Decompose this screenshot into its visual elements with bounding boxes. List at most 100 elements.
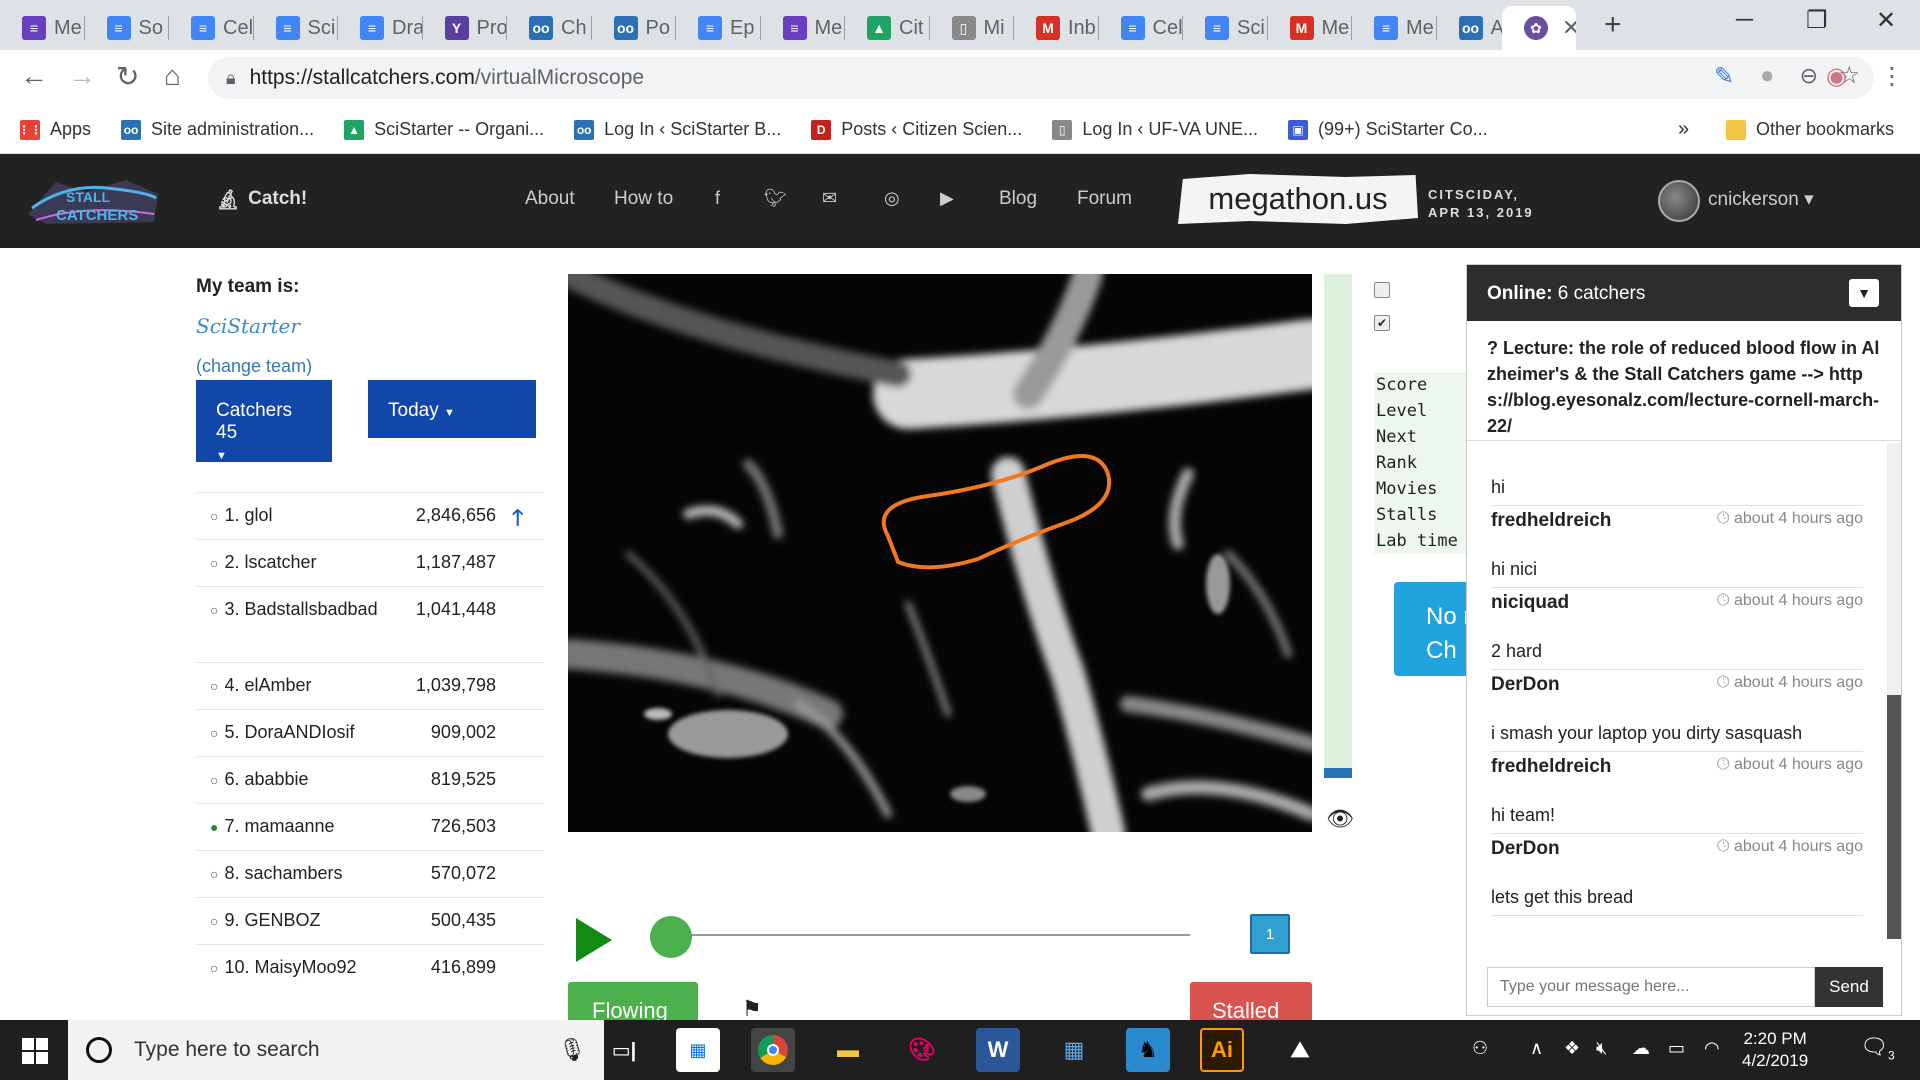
leaderboard-row[interactable]: ○ 1. glol 2,846,656 🡑 xyxy=(196,492,544,539)
browser-tab[interactable]: ≡ Sci xyxy=(254,6,338,50)
task-view-icon[interactable]: ▭| xyxy=(602,1028,646,1072)
youtube-icon[interactable]: ▶ xyxy=(940,188,954,209)
browser-tab[interactable]: ≡ Cel xyxy=(169,6,254,50)
volume-mute-icon[interactable]: 🔇︎ xyxy=(1596,1038,1607,1059)
flag-icon[interactable]: ⚑ xyxy=(742,996,762,1022)
bookmark-item[interactable]: oo Site administration... xyxy=(121,119,314,140)
stall-catchers-logo[interactable]: STALL CATCHERS xyxy=(26,174,160,226)
checkbox-1[interactable] xyxy=(1374,282,1390,298)
browser-tab[interactable]: oo Po xyxy=(592,6,676,50)
browser-tab[interactable]: ▯ Mi xyxy=(930,6,1014,50)
nav-about[interactable]: About xyxy=(525,188,575,210)
bookmark-item[interactable]: ⋮⋮ Apps xyxy=(18,119,91,140)
forward-arrow-icon[interactable]: → xyxy=(68,60,96,92)
leaderboard-row[interactable]: ○ 5. DoraANDIosif 909,002 xyxy=(196,709,544,756)
illustrator-icon[interactable]: Ai xyxy=(1200,1028,1244,1072)
flowing-button[interactable]: Flowing xyxy=(568,982,698,1022)
frame-number-button[interactable]: 1 xyxy=(1250,914,1290,954)
photos-icon[interactable]: ⛰ xyxy=(1278,1028,1322,1072)
leaderboard-row[interactable]: ● 7. mamaanne 726,503 xyxy=(196,803,544,850)
profile-avatar-icon[interactable]: ◉ xyxy=(1826,62,1847,91)
chat-announcement[interactable]: ? Lecture: the role of reduced blood flo… xyxy=(1467,321,1901,441)
calculator-icon[interactable]: ▦ xyxy=(1052,1028,1096,1072)
nav-forum[interactable]: Forum xyxy=(1077,188,1132,210)
chrome-icon[interactable] xyxy=(751,1028,795,1072)
checkbox-2[interactable]: ✔ xyxy=(1374,315,1390,331)
battery-icon[interactable]: ▭ xyxy=(1668,1038,1685,1059)
leaderboard-row[interactable]: ○ 2. lscatcher 1,187,487 xyxy=(196,539,544,586)
taskbar-clock[interactable]: 2:20 PM 4/2/2019 xyxy=(1742,1028,1808,1072)
eye-icon[interactable]: 👁︎ xyxy=(1326,806,1354,832)
period-dropdown[interactable]: Today ▼ xyxy=(368,380,536,438)
address-bar[interactable]: 🔒︎ https://stallcatchers.com/virtualMicr… xyxy=(208,57,1874,99)
lock-icon[interactable]: 🔒︎ xyxy=(226,68,236,89)
chevron-down-icon[interactable]: ▼ xyxy=(1849,279,1879,307)
chat-author[interactable]: DerDon xyxy=(1491,838,1560,887)
chevron-up-icon[interactable]: ∧ xyxy=(1530,1038,1543,1059)
wifi-icon[interactable]: ◠ xyxy=(1704,1038,1720,1059)
dropbox-icon[interactable]: ❖ xyxy=(1564,1038,1580,1059)
send-button[interactable]: Send xyxy=(1815,967,1883,1007)
microscope-video[interactable] xyxy=(568,274,1312,832)
windows-start-icon[interactable] xyxy=(22,1038,48,1064)
megathon-banner[interactable]: megathon.us xyxy=(1178,174,1418,224)
leaderboard-row[interactable]: ○ 3. Badstallsbadbad 1,041,448 xyxy=(196,586,544,662)
mail-icon[interactable]: ✉ xyxy=(822,188,837,209)
chat-author[interactable]: fredheldreich xyxy=(1491,510,1611,559)
browser-tab[interactable]: ▲ Cit xyxy=(845,6,930,50)
chat-message-input[interactable] xyxy=(1487,967,1815,1007)
catchers-dropdown[interactable]: Catchers 45 ▼ xyxy=(196,380,332,462)
instagram-icon[interactable]: ◎ xyxy=(884,188,900,209)
browser-tab[interactable]: ≡ So xyxy=(85,6,169,50)
browser-tab[interactable]: M Me xyxy=(1268,6,1352,50)
chat-author[interactable]: DerDon xyxy=(1491,674,1560,723)
word-icon[interactable]: W xyxy=(976,1028,1020,1072)
microphone-icon[interactable]: 🎙︎ xyxy=(558,1037,586,1063)
browser-tab[interactable]: M Inb xyxy=(1014,6,1099,50)
bookmark-item[interactable]: ▲ SciStarter -- Organi... xyxy=(344,119,544,140)
chat-scrollbar-thumb[interactable] xyxy=(1887,695,1901,939)
nav-blog[interactable]: Blog xyxy=(999,188,1037,210)
extension-circle-icon[interactable]: ● xyxy=(1760,62,1775,90)
video-slider-thumb[interactable] xyxy=(650,916,692,958)
nav-how-to[interactable]: How to xyxy=(614,188,673,210)
restore-icon[interactable]: ❐ xyxy=(1806,6,1828,35)
paint-icon[interactable]: 🎨︎ xyxy=(900,1028,944,1072)
browser-tab[interactable]: Y Pro xyxy=(423,6,507,50)
bookmark-item[interactable]: ▣ (99+) SciStarter Co... xyxy=(1288,119,1488,140)
browser-tab[interactable]: oo Ch xyxy=(507,6,592,50)
user-avatar[interactable] xyxy=(1658,180,1700,222)
browser-tab[interactable]: ≡ Dra xyxy=(338,6,423,50)
minimize-icon[interactable]: ─ xyxy=(1736,6,1753,34)
play-icon[interactable] xyxy=(576,918,612,962)
leaderboard-row[interactable]: ○ 8. sachambers 570,072 xyxy=(196,850,544,897)
chat-author[interactable]: fredheldreich xyxy=(1491,756,1611,805)
bookmark-item[interactable]: D Posts ‹ Citizen Scien... xyxy=(811,119,1022,140)
video-slider-track[interactable] xyxy=(664,934,1190,936)
extension-icon[interactable]: ✎ xyxy=(1714,62,1734,91)
facebook-icon[interactable]: f xyxy=(715,188,720,209)
bookmark-item[interactable]: ▯ Log In ‹ UF-VA UNE... xyxy=(1052,119,1258,140)
other-bookmarks[interactable]: Other bookmarks xyxy=(1726,119,1894,140)
browser-tab[interactable]: ≡ Ep xyxy=(676,6,761,50)
back-arrow-icon[interactable]: ← xyxy=(20,60,48,92)
onedrive-icon[interactable]: ☁ xyxy=(1632,1038,1650,1059)
menu-kebab-icon[interactable]: ⋮ xyxy=(1880,62,1904,91)
catch-link[interactable]: 🔬︎ Catch! xyxy=(216,188,307,212)
new-tab-icon[interactable]: + xyxy=(1604,8,1622,42)
home-icon[interactable]: ⌂ xyxy=(164,60,181,92)
bookmark-item[interactable]: oo Log In ‹ SciStarter B... xyxy=(574,119,781,140)
browser-tab[interactable]: ≡ Me xyxy=(0,6,85,50)
taskbar-search[interactable]: Type here to search 🎙︎ xyxy=(68,1020,604,1080)
user-menu[interactable]: cnickerson ▾ xyxy=(1708,188,1814,211)
close-window-icon[interactable]: ✕ xyxy=(1876,6,1896,35)
team-name[interactable]: SciStarter xyxy=(196,314,300,338)
browser-tab-active[interactable]: ✿ ✕ xyxy=(1502,6,1576,50)
leaderboard-row[interactable]: ○ 10. MaisyMoo92 416,899 xyxy=(196,944,544,991)
close-icon[interactable]: ✕ xyxy=(1562,15,1576,41)
change-team-link[interactable]: (change team) xyxy=(196,356,312,377)
reload-icon[interactable]: ↻ xyxy=(116,60,139,93)
browser-tab[interactable]: ≡ Sci xyxy=(1183,6,1268,50)
zoom-icon[interactable]: ⊖ xyxy=(1800,63,1818,89)
browser-tab[interactable]: ≡ Me xyxy=(761,6,845,50)
